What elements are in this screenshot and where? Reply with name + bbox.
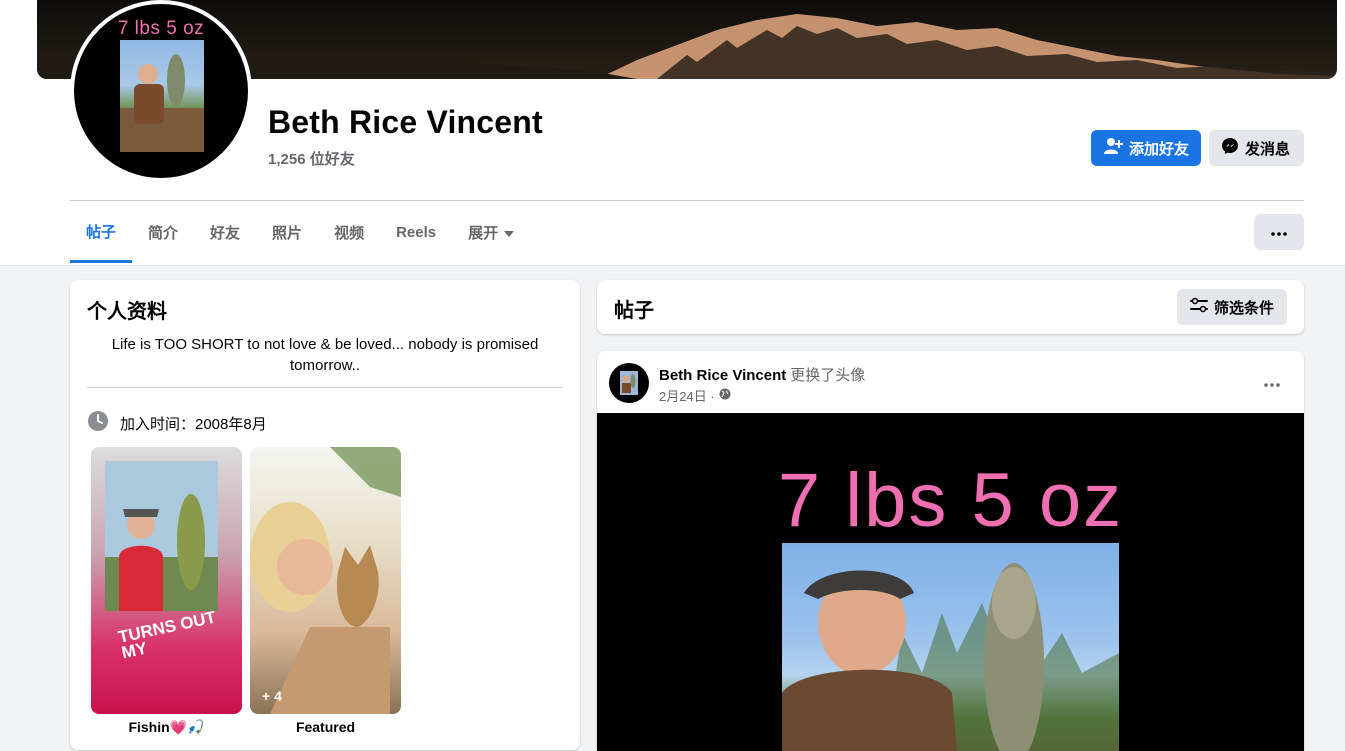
post-options-button[interactable] [1254, 371, 1290, 395]
post-image[interactable]: 7 lbs 5 oz [597, 413, 1304, 751]
profile-avatar[interactable]: 7 lbs 5 oz [70, 0, 252, 182]
joined-row: 加入时间：2008年8月 [87, 410, 267, 436]
intro-card: 个人资料 Life is TOO SHORT to not love & be … [70, 280, 580, 750]
add-friend-button[interactable]: 添加好友 [1091, 130, 1201, 166]
tab-more-label: 展开 [468, 224, 499, 242]
tab-about[interactable]: 简介 [132, 203, 194, 261]
tab-photos[interactable]: 照片 [256, 203, 318, 261]
intro-title: 个人资料 [87, 301, 167, 323]
posts-title: 帖子 [614, 300, 654, 322]
add-friend-label: 添加好友 [1129, 140, 1190, 158]
tab-reels-label: Reels [396, 223, 437, 241]
post-action-text: 更换了头像 [790, 367, 866, 384]
posts-header-card: 帖子 筛选条件 [597, 280, 1304, 334]
profile-tabs: 帖子 简介 好友 照片 视频 Reels 展开 [70, 203, 530, 265]
friends-count[interactable]: 1,256 位好友 [268, 148, 355, 169]
filter-icon [1189, 297, 1208, 317]
tab-about-label: 简介 [148, 224, 179, 242]
clock-icon [87, 410, 109, 436]
tab-posts[interactable]: 帖子 [70, 203, 133, 263]
avatar-image: 7 lbs 5 oz [74, 4, 248, 178]
ellipsis-icon [1271, 223, 1287, 241]
filter-button[interactable]: 筛选条件 [1177, 289, 1287, 325]
featured-label-featured: Featured [295, 719, 356, 735]
header-divider [70, 200, 1304, 201]
message-button[interactable]: 发消息 [1209, 130, 1304, 166]
intro-bio: Life is TOO SHORT to not love & be loved… [111, 336, 539, 374]
post-date[interactable]: 2月24日 · [659, 386, 715, 405]
tab-photos-label: 照片 [272, 224, 303, 242]
joined-text: 加入时间：2008年8月 [120, 415, 267, 433]
featured-count: + 4 [262, 688, 282, 704]
message-label: 发消息 [1245, 140, 1291, 158]
avatar-caption: 7 lbs 5 oz [117, 18, 205, 39]
avatar-photo [120, 40, 204, 152]
filter-label: 筛选条件 [1213, 299, 1274, 317]
featured-label-fishin: Fishin💗🎣 [128, 719, 205, 735]
tab-videos-label: 视频 [334, 224, 365, 242]
add-friend-icon [1103, 136, 1123, 160]
tab-friends[interactable]: 好友 [194, 203, 256, 261]
tab-friends-label: 好友 [210, 224, 241, 242]
post-card: Beth Rice Vincent 更换了头像 2月24日 · 7 lbs 5 o… [597, 351, 1304, 751]
ellipsis-icon [1264, 374, 1280, 392]
intro-divider [87, 387, 563, 388]
globe-icon [719, 388, 731, 403]
post-author-name[interactable]: Beth Rice Vincent [659, 367, 786, 384]
featured-collection-fishin[interactable]: TURNS OUT MY [91, 447, 242, 714]
caret-down-icon [504, 224, 515, 241]
tab-more[interactable]: 展开 [452, 203, 530, 261]
post-meta: 2月24日 · [659, 386, 731, 405]
profile-name: Beth Rice Vincent [268, 104, 543, 140]
post-author: Beth Rice Vincent 更换了头像 [659, 364, 865, 385]
featured-collection-featured[interactable]: + 4 [250, 447, 401, 714]
more-options-button[interactable] [1254, 214, 1304, 250]
post-image-caption: 7 lbs 5 oz [777, 458, 1124, 543]
tab-videos[interactable]: 视频 [318, 203, 380, 261]
post-author-avatar[interactable] [609, 363, 649, 403]
tab-posts-label: 帖子 [86, 224, 117, 241]
post-photo [782, 543, 1119, 751]
messenger-icon [1221, 137, 1239, 159]
tab-reels[interactable]: Reels [380, 203, 452, 261]
